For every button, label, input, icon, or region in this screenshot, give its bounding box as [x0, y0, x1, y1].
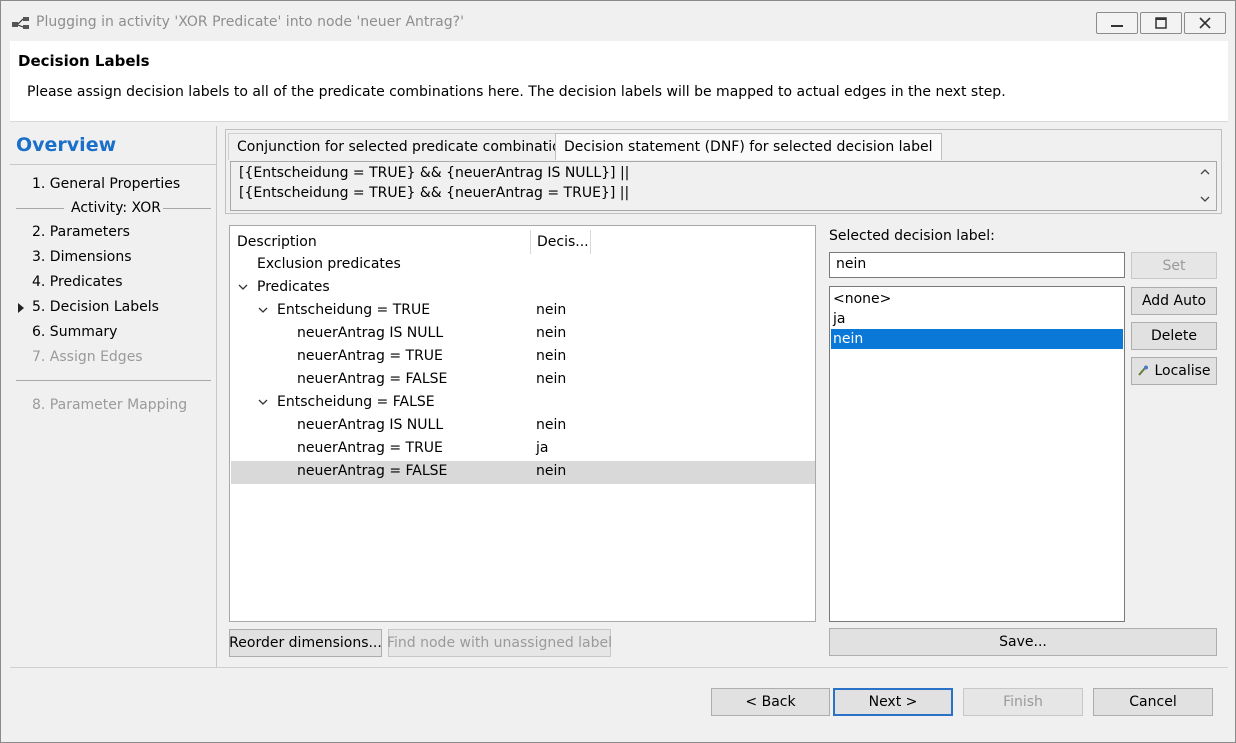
list-item-selected[interactable]: nein [831, 329, 1123, 349]
current-step-arrow-icon [18, 303, 24, 313]
tree-row[interactable]: Predicates [231, 277, 815, 300]
tree-row-decision: nein [536, 463, 567, 479]
tab-conjunction[interactable]: Conjunction for selected predicate combi… [228, 133, 579, 160]
next-button[interactable]: Next > [833, 688, 953, 716]
nav-separator [163, 208, 211, 209]
tree-row[interactable]: neuerAntrag IS NULL nein [231, 323, 815, 346]
column-header-description[interactable]: Description [237, 234, 317, 250]
tree-row[interactable]: Entscheidung = TRUE nein [231, 300, 815, 323]
cancel-button[interactable]: Cancel [1093, 688, 1213, 716]
tree-row-decision: nein [536, 302, 567, 318]
tree-row-decision: nein [536, 417, 567, 433]
process-node-icon [12, 17, 29, 29]
selected-decision-label-heading: Selected decision label: [829, 228, 995, 244]
set-button[interactable]: Set [1131, 252, 1217, 279]
nav-item-assign-edges[interactable]: 7. Assign Edges [32, 349, 143, 365]
column-header-decision[interactable]: Decis... [537, 234, 589, 250]
nav-item-activity[interactable]: Activity: XOR [71, 200, 161, 216]
delete-button[interactable]: Delete [1131, 322, 1217, 350]
chevron-down-icon[interactable] [238, 282, 248, 292]
add-auto-button[interactable]: Add Auto [1131, 287, 1217, 315]
close-icon [1199, 17, 1211, 29]
tree-row-description: neuerAntrag = TRUE [297, 440, 443, 456]
tree-row-decision: nein [536, 325, 567, 341]
tab-decision-statement[interactable]: Decision statement (DNF) for selected de… [555, 133, 942, 160]
localise-label: Localise [1154, 363, 1211, 379]
predicate-tree-table[interactable]: Description Decis... Exclusion predicate… [229, 225, 816, 622]
dnf-line: [{Entscheidung = TRUE} && {neuerAntrag I… [239, 165, 630, 181]
window-title: Plugging in activity 'XOR Predicate' int… [36, 14, 464, 30]
scroll-up-icon[interactable] [1200, 168, 1210, 176]
nav-item-decision-labels[interactable]: 5. Decision Labels [32, 299, 159, 315]
finish-button[interactable]: Finish [963, 688, 1083, 716]
column-divider[interactable] [590, 230, 591, 254]
footer-divider [10, 667, 1228, 668]
tab-folder: Conjunction for selected predicate combi… [225, 129, 1222, 214]
maximize-button[interactable] [1140, 12, 1182, 34]
scroll-down-icon[interactable] [1200, 195, 1210, 203]
chevron-down-icon[interactable] [258, 305, 268, 315]
tree-row[interactable]: Entscheidung = FALSE [231, 392, 815, 415]
tree-row-description: neuerAntrag IS NULL [297, 417, 444, 433]
tree-row-description: Entscheidung = TRUE [277, 302, 431, 318]
localise-button[interactable]: Localise [1131, 357, 1217, 385]
tree-row-description: neuerAntrag = FALSE [297, 463, 448, 479]
tree-row-decision: nein [536, 348, 567, 364]
back-button[interactable]: < Back [711, 688, 830, 716]
reorder-dimensions-button[interactable]: Reorder dimensions... [229, 629, 382, 657]
tree-row-description: Exclusion predicates [257, 256, 401, 272]
minimize-icon [1111, 25, 1123, 27]
tree-row-decision: nein [536, 371, 567, 387]
tree-row-description: neuerAntrag = FALSE [297, 371, 448, 387]
find-unassigned-button[interactable]: Find node with unassigned label [387, 629, 612, 657]
tree-row-description: neuerAntrag = TRUE [297, 348, 443, 364]
nav-item-summary[interactable]: 6. Summary [32, 324, 117, 340]
tree-row[interactable]: neuerAntrag IS NULL nein [231, 415, 815, 438]
tree-row-description: neuerAntrag IS NULL [297, 325, 444, 341]
dnf-line: [{Entscheidung = TRUE} && {neuerAntrag =… [239, 185, 630, 201]
page-title: Decision Labels [18, 52, 150, 70]
tree-row[interactable]: Exclusion predicates [231, 254, 815, 277]
close-button[interactable] [1184, 12, 1226, 34]
nav-title: Overview [16, 134, 117, 156]
list-item[interactable]: <none> [831, 289, 1123, 309]
nav-separator [16, 380, 211, 381]
nav-item-general-properties[interactable]: 1. General Properties [32, 176, 180, 192]
tree-row-description: Predicates [257, 279, 330, 295]
maximize-icon [1155, 17, 1167, 29]
tree-row[interactable]: neuerAntrag = TRUE ja [231, 438, 815, 461]
tree-row[interactable]: neuerAntrag = FALSE nein [231, 369, 815, 392]
nav-item-predicates[interactable]: 4. Predicates [32, 274, 123, 290]
dnf-text-area[interactable]: [{Entscheidung = TRUE} && {neuerAntrag I… [230, 161, 1217, 211]
nav-item-parameters[interactable]: 2. Parameters [32, 224, 130, 240]
column-divider[interactable] [530, 230, 531, 254]
tree-row[interactable]: neuerAntrag = TRUE nein [231, 346, 815, 369]
wizard-overview-nav: Overview 1. General Properties Activity:… [10, 126, 217, 667]
nav-item-parameter-mapping[interactable]: 8. Parameter Mapping [32, 397, 187, 413]
nav-separator [16, 208, 64, 209]
page-header: Decision Labels Please assign decision l… [10, 41, 1228, 122]
nav-item-dimensions[interactable]: 3. Dimensions [32, 249, 132, 265]
page-description: Please assign decision labels to all of … [27, 84, 1006, 100]
list-item[interactable]: ja [831, 309, 1123, 329]
chevron-down-icon[interactable] [258, 397, 268, 407]
decision-label-input[interactable]: nein [829, 252, 1125, 278]
title-bar: Plugging in activity 'XOR Predicate' int… [1, 1, 1235, 41]
tree-row-selected[interactable]: neuerAntrag = FALSE nein [231, 461, 815, 484]
decision-label-list[interactable]: <none> ja nein [829, 286, 1125, 622]
tree-row-description: Entscheidung = FALSE [277, 394, 435, 410]
wizard-window: Plugging in activity 'XOR Predicate' int… [0, 0, 1236, 743]
nav-divider [10, 164, 217, 165]
save-button[interactable]: Save... [829, 628, 1217, 656]
minimize-button[interactable] [1096, 12, 1138, 34]
tree-row-decision: ja [536, 440, 549, 456]
localise-icon [1138, 365, 1149, 376]
